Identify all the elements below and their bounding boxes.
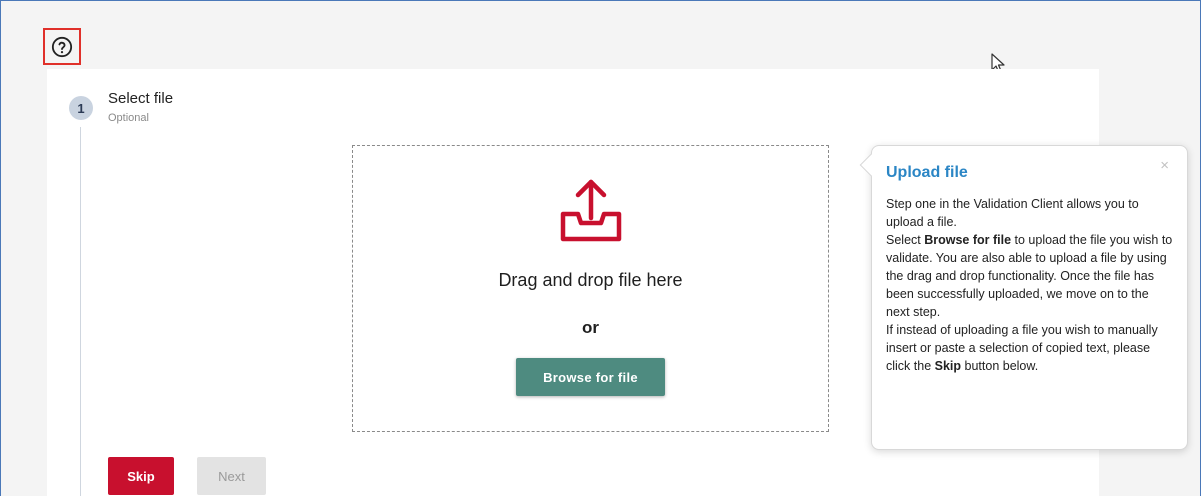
tooltip-paragraph-3: If instead of uploading a file you wish … (886, 321, 1173, 375)
step-number-badge: 1 (69, 96, 93, 120)
next-button[interactable]: Next (197, 457, 266, 495)
tooltip-paragraph-1: Step one in the Validation Client allows… (886, 197, 1139, 229)
app-frame: 1 Select file Optional Drag and drop fil… (0, 0, 1201, 496)
skip-button[interactable]: Skip (108, 457, 174, 495)
drag-drop-text: Drag and drop file here (498, 270, 683, 290)
tooltip-bold-skip: Skip (934, 359, 962, 373)
tooltip-text: Select (886, 233, 925, 247)
or-separator-text: or (582, 318, 599, 337)
file-dropzone[interactable]: Drag and drop file here or Browse for fi… (352, 145, 829, 432)
help-button[interactable] (43, 28, 81, 65)
tooltip-body: Step one in the Validation Client allows… (886, 195, 1173, 375)
upload-icon (560, 179, 622, 242)
step-connector-line (80, 127, 81, 496)
help-circle-icon (51, 36, 73, 57)
tooltip-text: button below. (961, 359, 1039, 373)
step-title: Select file (108, 90, 174, 107)
tooltip-paragraph-2: Select Browse for file to upload the fil… (886, 231, 1173, 321)
tooltip-bold-browse: Browse for file (924, 233, 1012, 247)
tooltip-title: Upload file (886, 164, 968, 181)
browse-for-file-button[interactable]: Browse for file (516, 358, 665, 396)
step-optional-label: Optional (108, 112, 149, 124)
upload-file-tooltip: × Upload file Step one in the Validation… (859, 145, 1188, 450)
close-icon[interactable]: × (1160, 158, 1169, 173)
